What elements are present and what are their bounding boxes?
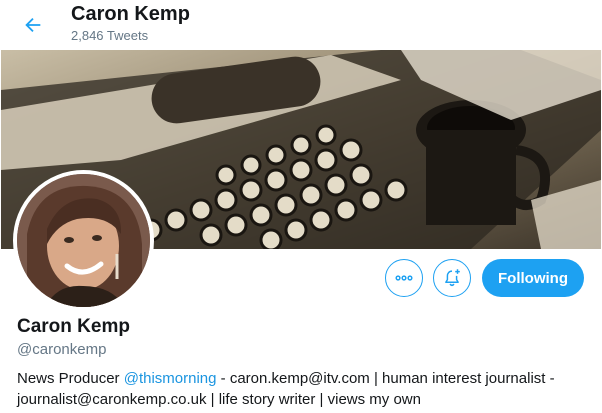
arrow-left-icon — [25, 17, 41, 33]
header-name: Caron Kemp — [71, 3, 190, 25]
more-options-button[interactable] — [385, 259, 423, 297]
more-horizontal-icon — [395, 275, 413, 281]
bio-mention-link[interactable]: @thismorning — [124, 370, 217, 387]
profile-handle: @caronkemp — [17, 341, 107, 358]
back-button[interactable] — [14, 6, 52, 44]
avatar-photo — [17, 174, 150, 307]
profile-header-bar: Caron Kemp 2,846 Tweets — [0, 0, 602, 50]
profile-name: Caron Kemp — [17, 316, 130, 337]
profile-bio: News Producer @thismorning - caron.kemp@… — [17, 368, 587, 410]
following-button[interactable]: Following — [482, 259, 584, 297]
avatar[interactable] — [13, 170, 154, 311]
notifications-button[interactable] — [433, 259, 471, 297]
tweet-count: 2,846 Tweets — [71, 28, 149, 43]
bio-text: News Producer — [17, 370, 124, 387]
bell-plus-icon — [445, 269, 460, 287]
